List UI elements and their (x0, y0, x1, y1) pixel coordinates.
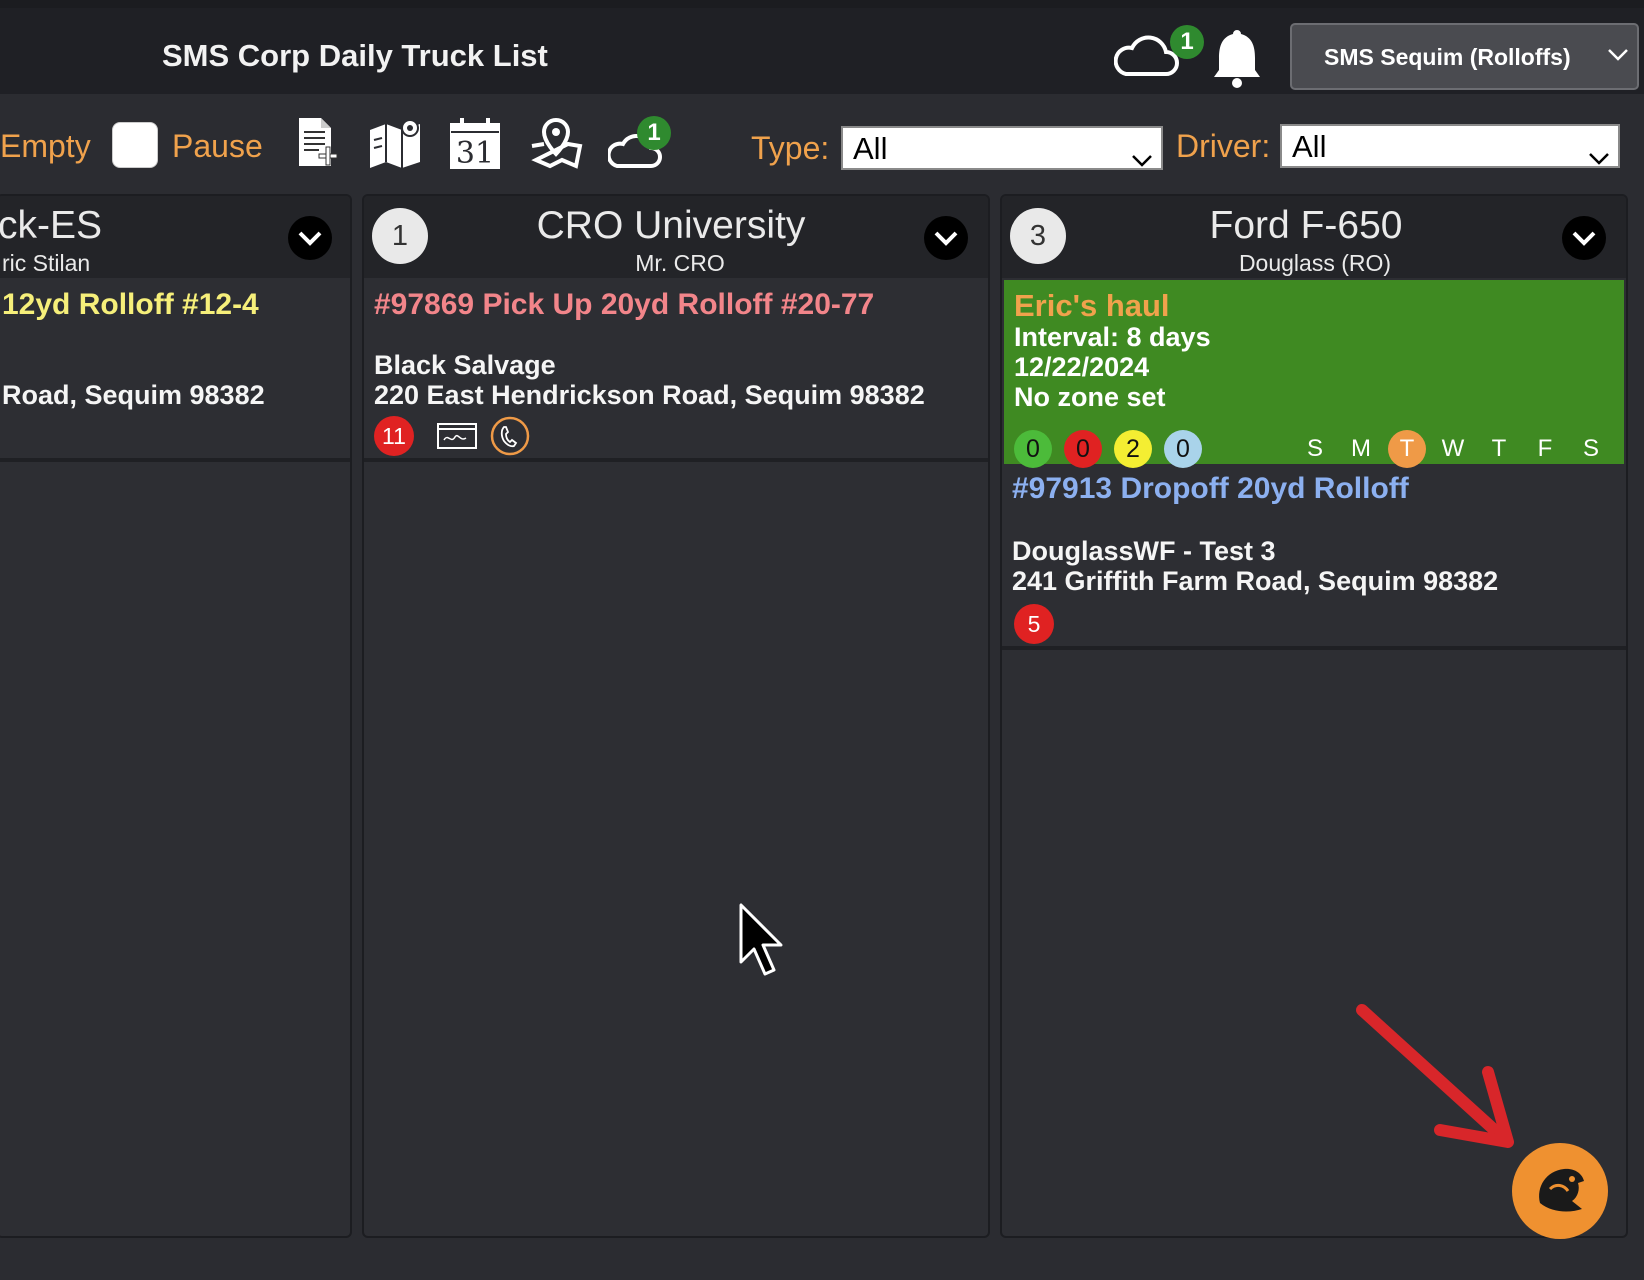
job-card[interactable]: #97913 Dropoff 20yd Rolloff DouglassWF -… (1002, 466, 1626, 650)
route-title: Eric's haul (1014, 288, 1170, 323)
job-count-badge: 11 (374, 416, 414, 456)
weekday-tuesday: T (1388, 430, 1426, 468)
route-interval: Interval: 8 days (1014, 322, 1211, 352)
new-document-icon[interactable] (295, 116, 339, 175)
column-title: ck-ES (0, 204, 103, 247)
driver-select[interactable]: All (1280, 124, 1620, 168)
column-collapse-button[interactable] (288, 216, 332, 260)
bottom-strip (0, 1240, 1644, 1280)
chat-assistant-button[interactable] (1512, 1143, 1608, 1239)
driver-select-value: All (1292, 129, 1327, 164)
route-zone: No zone set (1014, 382, 1166, 412)
status-count: 0 (1014, 430, 1052, 468)
route-date: 12/22/2024 (1014, 352, 1150, 382)
column-driver: ric Stilan (2, 250, 91, 276)
weekday-monday: M (1351, 435, 1371, 462)
type-select-value: All (853, 131, 888, 166)
column-collapse-button[interactable] (924, 216, 968, 260)
job-customer: DouglassWF - Test 3 (1012, 536, 1276, 566)
eagle-icon (1539, 1168, 1584, 1212)
type-label: Type: (751, 130, 830, 166)
bell-icon[interactable] (1212, 26, 1262, 95)
calendar-icon[interactable]: 31 (448, 116, 502, 175)
job-address: 241 Griffith Farm Road, Sequim 98382 (1012, 566, 1499, 596)
column-title: Ford F-650 (1209, 204, 1403, 247)
weekday-friday: F (1537, 435, 1553, 462)
route-card[interactable]: Eric's haul Interval: 8 days 12/22/2024 … (1004, 280, 1624, 468)
chevron-down-icon (1131, 140, 1153, 176)
cloud-sync-badge: 1 (1170, 25, 1204, 59)
pause-checkbox[interactable] (112, 122, 158, 168)
location-select-value: SMS Sequim (Rolloffs) (1324, 44, 1571, 70)
svg-text:31: 31 (456, 136, 494, 170)
location-select[interactable]: SMS Sequim (Rolloffs) (1290, 23, 1639, 90)
cloud-upload-badge: 1 (637, 116, 671, 150)
signature-icon (436, 418, 478, 457)
column-driver: Mr. CRO (635, 250, 725, 276)
pause-label: Pause (172, 128, 263, 164)
truck-column: 1 CRO University Mr. CRO #97869 Pick Up … (362, 194, 990, 1238)
type-select[interactable]: All (841, 126, 1163, 170)
job-card[interactable]: 12yd Rolloff #12-4 Road, Sequim 98382 (0, 280, 350, 462)
mouse-cursor (737, 902, 789, 983)
job-title: 12yd Rolloff #12-4 (2, 288, 259, 321)
weekday-saturday: S (1582, 435, 1599, 462)
chevron-down-icon (1607, 48, 1629, 67)
job-title: #97913 Dropoff 20yd Rolloff (1012, 472, 1409, 505)
column-header: 3 Ford F-650 Douglass (RO) (1002, 196, 1626, 278)
weekday-sunday: S (1306, 435, 1323, 462)
page-title: SMS Corp Daily Truck List (162, 38, 548, 73)
truck-column: ck-ES ric Stilan 12yd Rolloff #12-4 Road… (0, 194, 352, 1238)
annotation-arrow (1350, 1000, 1520, 1155)
column-collapse-button[interactable] (1562, 216, 1606, 260)
status-count: 0 (1164, 430, 1202, 468)
job-address: Road, Sequim 98382 (2, 380, 265, 410)
column-driver: Douglass (RO) (1238, 250, 1392, 276)
top-border (0, 0, 1644, 8)
truck-column: 3 Ford F-650 Douglass (RO) Eric's haul I… (1000, 194, 1628, 1238)
route-map-icon[interactable] (368, 116, 422, 175)
column-title: CRO University (536, 204, 806, 247)
job-card[interactable]: #97869 Pick Up 20yd Rolloff #20-77 Black… (364, 280, 988, 462)
column-header: ck-ES ric Stilan (0, 196, 350, 278)
column-header: 1 CRO University Mr. CRO (364, 196, 988, 278)
phone-icon[interactable] (490, 416, 530, 461)
job-count-badge: 5 (1014, 604, 1054, 644)
status-count: 2 (1114, 430, 1152, 468)
job-title: #97869 Pick Up 20yd Rolloff #20-77 (374, 288, 875, 321)
empty-label[interactable]: Empty (0, 128, 91, 165)
app-header: SMS Corp Daily Truck List 1 SMS Sequim (… (0, 8, 1644, 94)
status-count: 0 (1064, 430, 1102, 468)
job-customer: Black Salvage (374, 350, 556, 380)
weekday-wednesday: W (1441, 435, 1465, 462)
job-address: 220 East Hendrickson Road, Sequim 98382 (374, 380, 925, 410)
weekday-thursday: T (1491, 435, 1507, 462)
chevron-down-icon (1588, 138, 1610, 174)
map-pin-icon[interactable] (528, 116, 584, 175)
driver-label: Driver: (1176, 128, 1271, 164)
